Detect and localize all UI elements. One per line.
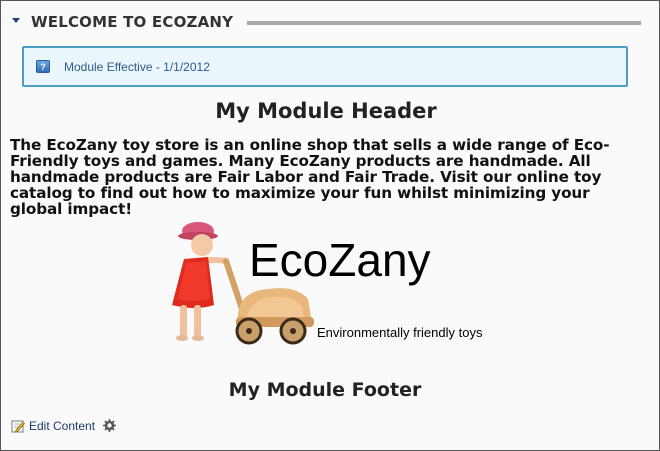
module-footer: My Module Footer (228, 379, 422, 401)
collapse-triangle-icon[interactable] (11, 16, 23, 28)
module-description: The EcoZany toy store is an online shop … (10, 136, 610, 218)
module-header: My Module Header (215, 99, 437, 123)
module-panel: WELCOME TO ECOZANY ? Module Effective - … (0, 0, 660, 451)
brand-name: EcoZany (249, 234, 431, 286)
effective-date-notice: ? Module Effective - 1/1/2012 (22, 46, 628, 87)
title-divider (247, 21, 641, 25)
effective-date-text: Module Effective - 1/1/2012 (64, 59, 210, 74)
module-title-bar: WELCOME TO ECOZANY (11, 11, 641, 33)
gear-icon[interactable] (101, 418, 117, 434)
ecozany-banner: EcoZany Environmentally friendly toys (156, 219, 506, 354)
info-icon: ? (36, 60, 50, 73)
edit-content-link[interactable]: Edit Content (29, 419, 95, 433)
brand-tagline: Environmentally friendly toys (317, 325, 483, 340)
pencil-edit-icon[interactable] (11, 419, 25, 433)
module-title: WELCOME TO ECOZANY (31, 13, 234, 31)
edit-toolbar: Edit Content (11, 418, 117, 434)
